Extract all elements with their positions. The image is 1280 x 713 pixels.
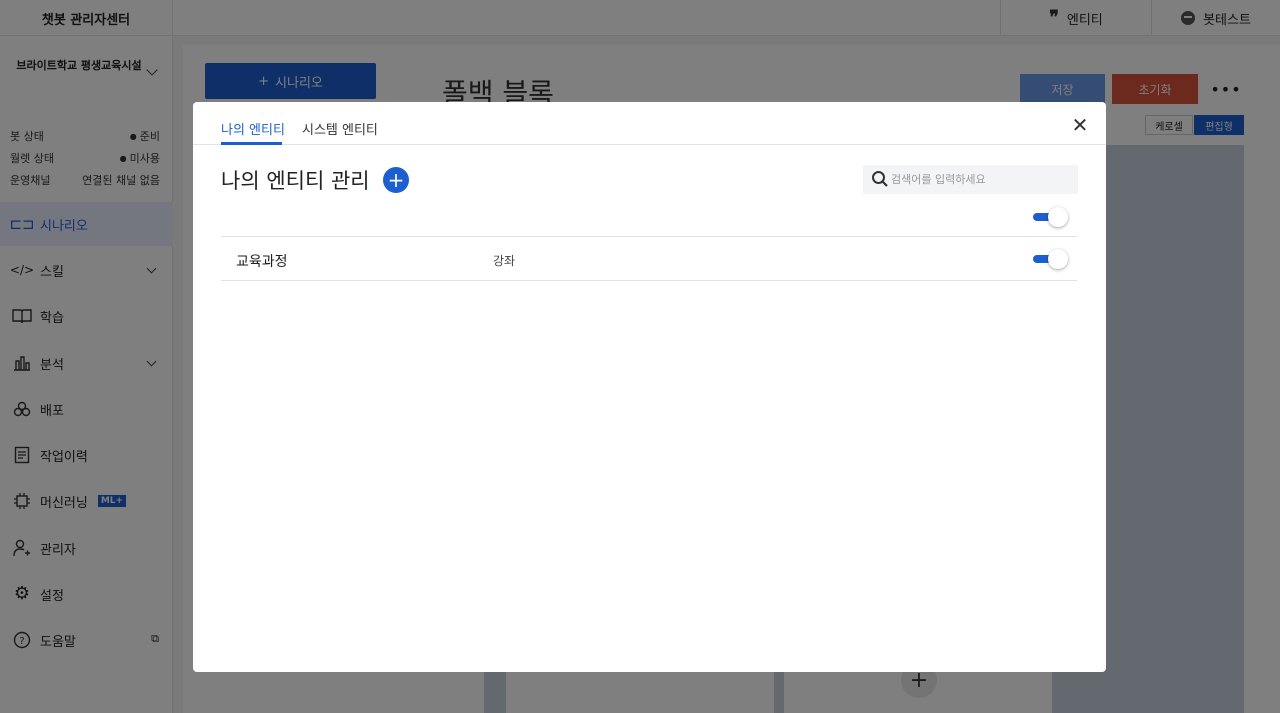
modal-title: 나의 엔티티 관리 <box>221 169 370 193</box>
row-divider <box>221 236 1077 237</box>
entity-modal: 나의 엔티티 시스템 엔티티 ✕ 나의 엔티티 관리 + 교육과정 강좌 <box>193 102 1106 672</box>
toggle-knob <box>1048 249 1068 269</box>
search-icon <box>871 170 889 188</box>
toggle-knob <box>1048 207 1068 227</box>
tab-my-entity[interactable]: 나의 엔티티 <box>221 119 285 138</box>
active-tab-indicator <box>221 142 282 145</box>
modal-tabs: 나의 엔티티 시스템 엔티티 <box>193 102 1106 145</box>
add-entity-button[interactable]: + <box>383 167 409 193</box>
toggle-all-switch[interactable] <box>1033 207 1068 227</box>
entity-toggle-switch[interactable] <box>1033 249 1068 269</box>
close-icon[interactable]: ✕ <box>1070 113 1090 137</box>
search-input[interactable] <box>891 165 1076 194</box>
tab-system-entity[interactable]: 시스템 엔티티 <box>302 119 378 138</box>
row-divider <box>221 280 1077 281</box>
entity-value: 강좌 <box>493 254 516 268</box>
entity-name[interactable]: 교육과정 <box>236 251 288 271</box>
